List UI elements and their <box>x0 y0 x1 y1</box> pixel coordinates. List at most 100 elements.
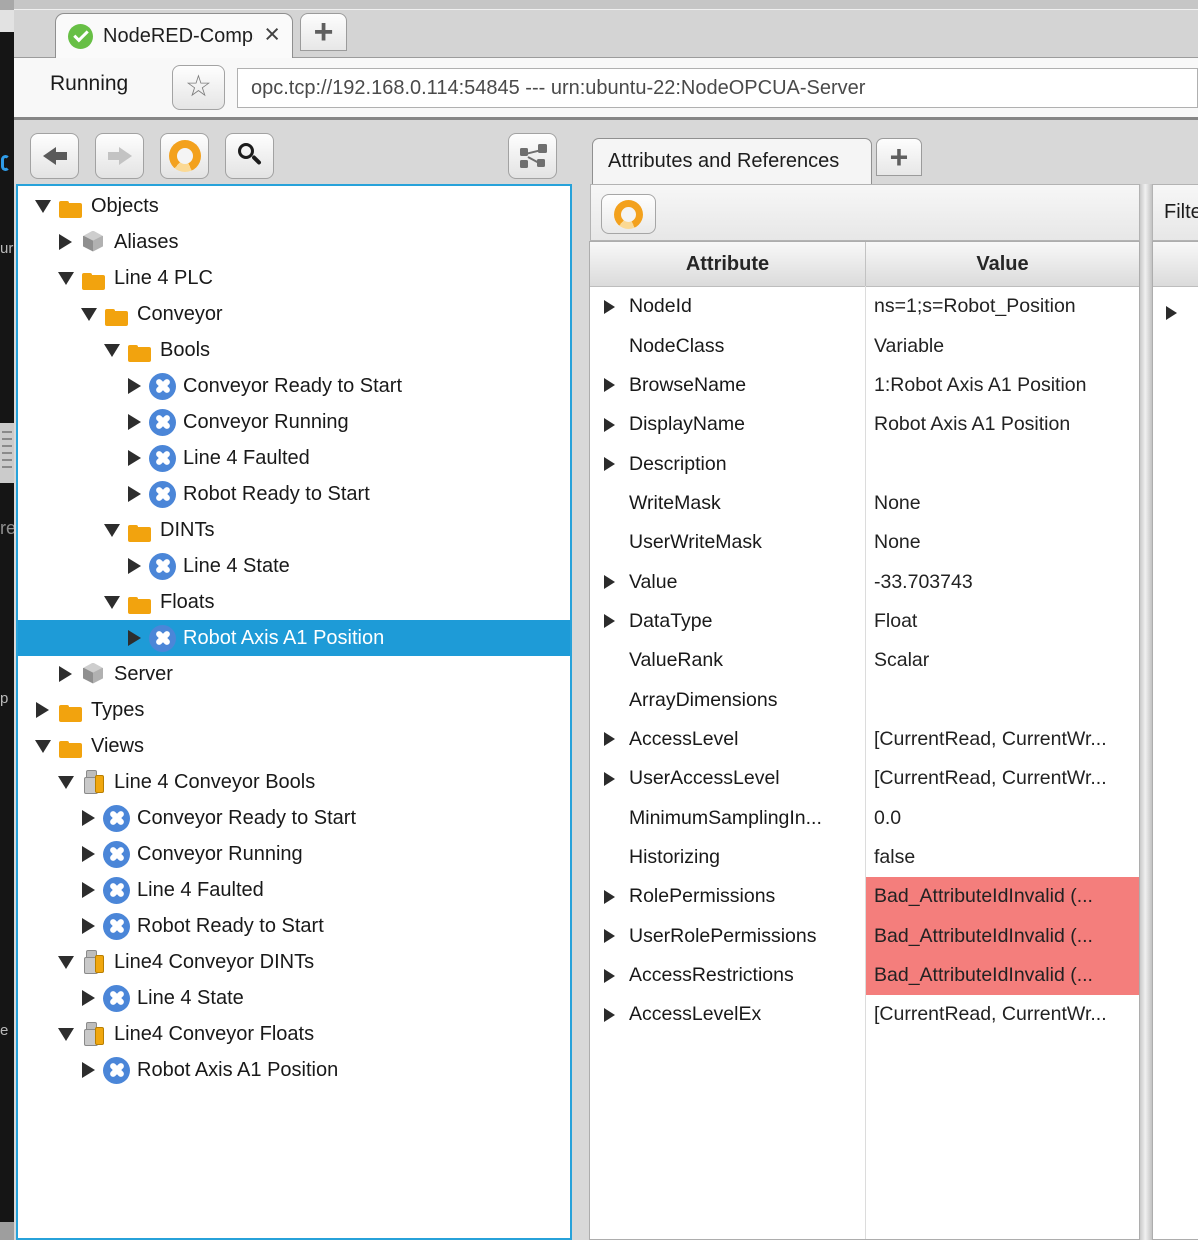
refresh-attributes-button[interactable] <box>601 194 656 234</box>
tree-item[interactable]: Robot Axis A1 Position <box>18 1052 570 1088</box>
tree-item[interactable]: Robot Axis A1 Position <box>18 620 570 656</box>
address-bar[interactable]: opc.tcp://192.168.0.114:54845 --- urn:ub… <box>237 68 1198 108</box>
bookmark-button[interactable]: ☆ <box>172 65 225 110</box>
collapse-arrow-icon[interactable] <box>103 594 120 611</box>
value-cell: [CurrentRead, CurrentWr... <box>865 720 1139 759</box>
expand-arrow-icon[interactable] <box>80 1062 97 1079</box>
value-cell: Robot Axis A1 Position <box>865 405 1139 444</box>
tree-item[interactable]: Conveyor Ready to Start <box>18 800 570 836</box>
collapse-arrow-icon[interactable] <box>34 738 51 755</box>
expand-arrow-icon[interactable] <box>1166 306 1180 320</box>
expand-arrow-icon[interactable] <box>126 558 143 575</box>
collapse-arrow-icon[interactable] <box>103 522 120 539</box>
attribute-cell: NodeId <box>590 287 865 326</box>
collapse-arrow-icon[interactable] <box>57 774 74 791</box>
refresh-tree-button[interactable] <box>160 133 209 179</box>
attribute-value: Bad_AttributeIdInvalid (... <box>874 885 1093 908</box>
tree-item-label: Conveyor Running <box>137 843 303 866</box>
tree-item-label: Robot Ready to Start <box>183 483 370 506</box>
column-divider[interactable] <box>865 286 866 1239</box>
expand-arrow-icon[interactable] <box>126 414 143 431</box>
tree-item[interactable]: Conveyor Running <box>18 836 570 872</box>
collapse-arrow-icon[interactable] <box>57 270 74 287</box>
attribute-name: NodeClass <box>629 335 724 358</box>
expand-arrow-icon[interactable] <box>604 418 618 432</box>
expand-arrow-icon[interactable] <box>604 457 618 471</box>
tree-item-label: Floats <box>160 591 214 614</box>
tree-item[interactable]: Line 4 PLC <box>18 260 570 296</box>
status-label: Running <box>50 72 128 96</box>
tree-item[interactable]: Conveyor Ready to Start <box>18 368 570 404</box>
tree-item[interactable]: Aliases <box>18 224 570 260</box>
tree-item[interactable]: Floats <box>18 584 570 620</box>
expand-arrow-icon[interactable] <box>80 846 97 863</box>
tree-item[interactable]: Robot Ready to Start <box>18 908 570 944</box>
new-connection-tab-button[interactable]: + <box>300 13 347 51</box>
collapse-arrow-icon[interactable] <box>34 198 51 215</box>
tree-item[interactable]: Objects <box>18 188 570 224</box>
expand-arrow-icon[interactable] <box>126 378 143 395</box>
search-button[interactable] <box>225 133 274 179</box>
collapse-arrow-icon[interactable] <box>80 306 97 323</box>
view-icon <box>80 949 107 976</box>
expand-arrow-icon[interactable] <box>604 969 618 983</box>
tree-item[interactable]: Line 4 State <box>18 548 570 584</box>
reference-row[interactable] <box>1153 293 1198 333</box>
tree-item[interactable]: Line4 Conveyor DINTs <box>18 944 570 980</box>
expand-arrow-icon[interactable] <box>604 1008 618 1022</box>
tree-item[interactable]: Line 4 Faulted <box>18 440 570 476</box>
tree-item[interactable]: Line 4 State <box>18 980 570 1016</box>
tree-item[interactable]: Line4 Conveyor Floats <box>18 1016 570 1052</box>
collapse-arrow-icon[interactable] <box>57 954 74 971</box>
graph-view-button[interactable] <box>508 133 557 179</box>
forward-button[interactable] <box>95 133 144 179</box>
left-screen-edge: ur re p e <box>0 0 14 1240</box>
tree-item[interactable]: Server <box>18 656 570 692</box>
expand-arrow-icon[interactable] <box>604 929 618 943</box>
expand-arrow-icon[interactable] <box>604 614 618 628</box>
tree-item-label: Line 4 PLC <box>114 267 213 290</box>
arrow-spacer <box>604 496 618 510</box>
tree-item-label: Line 4 Faulted <box>183 447 310 470</box>
expand-arrow-icon[interactable] <box>604 732 618 746</box>
column-header-value[interactable]: Value <box>865 242 1139 286</box>
tree-item-label: Line 4 Faulted <box>137 879 264 902</box>
value-cell-error: Bad_AttributeIdInvalid (... <box>865 956 1139 995</box>
connection-tab[interactable]: NodeRED-Compact × <box>55 13 293 58</box>
panel-splitter[interactable] <box>1140 184 1152 1240</box>
column-header-attribute[interactable]: Attribute <box>590 242 865 286</box>
expand-arrow-icon[interactable] <box>80 810 97 827</box>
expand-arrow-icon[interactable] <box>126 486 143 503</box>
tree-item[interactable]: Conveyor <box>18 296 570 332</box>
expand-arrow-icon[interactable] <box>34 702 51 719</box>
tab-attributes-and-references[interactable]: Attributes and References <box>592 138 872 184</box>
tree-item[interactable]: Types <box>18 692 570 728</box>
expand-arrow-icon[interactable] <box>604 575 618 589</box>
tree-item[interactable]: Views <box>18 728 570 764</box>
expand-arrow-icon[interactable] <box>57 234 74 251</box>
expand-arrow-icon[interactable] <box>126 450 143 467</box>
expand-arrow-icon[interactable] <box>80 918 97 935</box>
expand-arrow-icon[interactable] <box>57 666 74 683</box>
tree-item[interactable]: Conveyor Running <box>18 404 570 440</box>
new-panel-tab-button[interactable]: + <box>876 138 922 176</box>
tree-item[interactable]: Robot Ready to Start <box>18 476 570 512</box>
collapse-arrow-icon[interactable] <box>57 1026 74 1043</box>
expand-arrow-icon[interactable] <box>604 890 618 904</box>
arrow-spacer <box>604 339 618 353</box>
expand-arrow-icon[interactable] <box>126 630 143 647</box>
expand-arrow-icon[interactable] <box>604 300 618 314</box>
back-button[interactable] <box>30 133 79 179</box>
close-tab-icon[interactable]: × <box>264 21 280 48</box>
tree-item[interactable]: Line 4 Faulted <box>18 872 570 908</box>
expand-arrow-icon[interactable] <box>80 990 97 1007</box>
tree-item[interactable]: Bools <box>18 332 570 368</box>
expand-arrow-icon[interactable] <box>604 378 618 392</box>
variable-icon <box>103 805 130 832</box>
collapse-arrow-icon[interactable] <box>103 342 120 359</box>
expand-arrow-icon[interactable] <box>80 882 97 899</box>
expand-arrow-icon[interactable] <box>604 772 618 786</box>
tree-item[interactable]: Line 4 Conveyor Bools <box>18 764 570 800</box>
cube-icon <box>80 229 107 256</box>
tree-item[interactable]: DINTs <box>18 512 570 548</box>
